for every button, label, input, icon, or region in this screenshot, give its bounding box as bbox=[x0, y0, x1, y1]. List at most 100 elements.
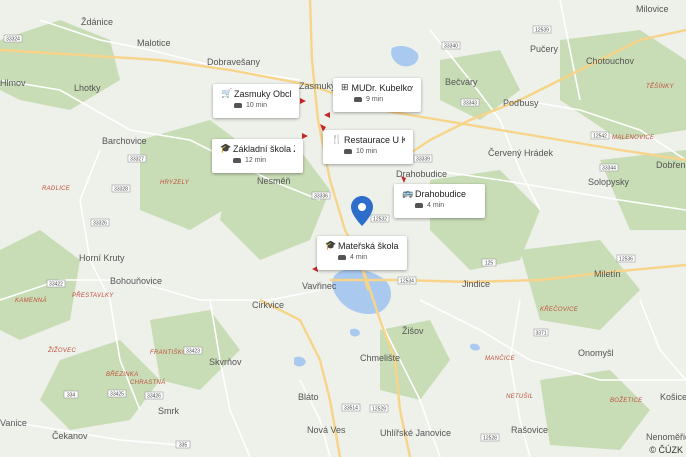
road-number: 33336 bbox=[311, 191, 331, 199]
poi-travel-time: 10 min bbox=[356, 148, 378, 155]
town-label: Lhotky bbox=[74, 83, 101, 93]
road-number: 12529 bbox=[369, 404, 389, 413]
road-number: 33425 bbox=[107, 389, 127, 398]
road-number: 33344 bbox=[599, 163, 619, 171]
poi-card-restaurant[interactable]: 🍴Restaurace U Kozy 10 min bbox=[323, 130, 413, 164]
town-label: Solopysky bbox=[588, 177, 630, 187]
town-label: Nenoměřice bbox=[646, 432, 686, 442]
school-icon: 🎓 bbox=[325, 240, 337, 250]
svg-text:125: 125 bbox=[485, 260, 494, 266]
location-pin-icon[interactable] bbox=[351, 196, 373, 231]
town-label: Miletín bbox=[594, 269, 621, 279]
svg-text:12534: 12534 bbox=[400, 278, 414, 284]
road-number: 12536 bbox=[616, 254, 636, 263]
town-label: Košice bbox=[660, 392, 686, 402]
svg-text:12542: 12542 bbox=[593, 133, 607, 139]
road-number: 33422 bbox=[46, 279, 66, 288]
town-label: Pučery bbox=[530, 44, 559, 54]
locality-label: BOŽETICE bbox=[610, 396, 643, 404]
town-label: Vanice bbox=[0, 418, 27, 428]
svg-text:33340: 33340 bbox=[444, 43, 458, 49]
locality-label: KŘEČOVICE bbox=[540, 305, 579, 313]
car-icon bbox=[233, 158, 241, 163]
svg-text:12528: 12528 bbox=[483, 435, 497, 441]
town-label: Onomyšl bbox=[578, 348, 614, 358]
town-label: Chotouchov bbox=[586, 56, 635, 66]
town-label: Rašovice bbox=[511, 425, 548, 435]
road-number: 33423 bbox=[183, 346, 203, 355]
car-icon bbox=[415, 203, 423, 208]
locality-label: ŽIŽOVEC bbox=[47, 346, 76, 354]
town-label: Horní Kruty bbox=[79, 253, 125, 263]
svg-text:33423: 33423 bbox=[186, 348, 200, 354]
road-number: 3371 bbox=[533, 328, 549, 337]
town-label: Malotice bbox=[137, 38, 171, 48]
road-number: 33514 bbox=[341, 403, 361, 412]
road-number: 12534 bbox=[397, 276, 417, 285]
town-label: Poďbusy bbox=[503, 98, 539, 108]
road-number: 12542 bbox=[590, 131, 610, 139]
road-number: 33343 bbox=[460, 98, 480, 106]
svg-text:3371: 3371 bbox=[535, 330, 546, 336]
road-number: 33340 bbox=[441, 41, 461, 50]
town-label: Uhlířské Janovice bbox=[380, 428, 451, 438]
svg-text:335: 335 bbox=[179, 442, 188, 448]
svg-text:33426: 33426 bbox=[147, 393, 161, 399]
town-label: Bečváry bbox=[445, 77, 478, 87]
car-icon bbox=[354, 97, 362, 102]
locality-label: TĚŠÍNKY bbox=[646, 82, 674, 90]
map-canvas[interactable]: Ždánice Malotice Dobravešany Zasmuky Lho… bbox=[0, 0, 686, 457]
poi-title: Drahobudice bbox=[415, 188, 467, 199]
road-number: 12528 bbox=[480, 433, 500, 442]
road-number: 33426 bbox=[144, 391, 164, 400]
locality-label: HRYZELY bbox=[160, 180, 190, 186]
road-number: 12532 bbox=[370, 214, 390, 222]
town-label: Chmelište bbox=[360, 353, 400, 363]
poi-card-shop[interactable]: 🛒Zasmuky Obchod... 10 min bbox=[213, 84, 299, 118]
svg-text:33327: 33327 bbox=[130, 156, 144, 162]
svg-text:33336: 33336 bbox=[314, 193, 328, 199]
town-label: Čekanov bbox=[52, 431, 88, 441]
road-number: 33327 bbox=[127, 154, 147, 162]
poi-travel-time: 4 min bbox=[350, 254, 368, 261]
poi-travel-time: 10 min bbox=[246, 102, 268, 109]
svg-text:33343: 33343 bbox=[463, 100, 477, 106]
town-label: Smrk bbox=[158, 406, 179, 416]
town-label: Bláto bbox=[298, 392, 319, 402]
town-label: Nesměň bbox=[257, 176, 291, 186]
town-label: Bohouňovice bbox=[110, 276, 162, 286]
hospital-icon: ⊞ bbox=[341, 82, 349, 92]
road-number: 12539 bbox=[532, 25, 552, 34]
town-label: Žišov bbox=[402, 326, 424, 336]
bus-icon: 🚌 bbox=[402, 188, 414, 198]
svg-text:33324: 33324 bbox=[6, 36, 20, 42]
town-label: Zasmuky bbox=[299, 81, 336, 91]
svg-text:33425: 33425 bbox=[110, 391, 124, 397]
road-number: 125 bbox=[481, 258, 497, 267]
car-icon bbox=[344, 149, 352, 154]
road-number: 33324 bbox=[3, 34, 23, 43]
restaurant-icon: 🍴 bbox=[331, 134, 343, 144]
svg-text:33344: 33344 bbox=[602, 165, 616, 171]
locality-label: PŘESTAVLKY bbox=[72, 291, 114, 299]
poi-card-elementary-school[interactable]: 🎓Základní škola Zá... 12 min bbox=[212, 139, 303, 173]
poi-card-doctor[interactable]: ⊞MUDr. Kubelková ... 9 min bbox=[333, 78, 421, 112]
poi-title: Zasmuky Obchod... bbox=[234, 88, 291, 99]
town-label: Ždánice bbox=[81, 17, 113, 27]
svg-text:33339: 33339 bbox=[416, 156, 430, 162]
locality-label: KAMENNÁ bbox=[15, 297, 47, 304]
town-label: Hlmov bbox=[0, 78, 26, 88]
car-icon bbox=[338, 255, 346, 260]
locality-label: MANČICE bbox=[485, 355, 515, 362]
locality-label: CHRASTNÁ bbox=[130, 379, 165, 386]
poi-card-kindergarten[interactable]: 🎓Mateřská škola V... 4 min bbox=[317, 236, 407, 270]
poi-title: Restaurace U Kozy bbox=[344, 134, 405, 145]
poi-card-bus-stop[interactable]: 🚌 Drahobudice 4 min bbox=[394, 184, 485, 218]
road-number: 33326 bbox=[90, 218, 110, 226]
poi-title: MUDr. Kubelková ... bbox=[351, 82, 413, 93]
car-icon bbox=[234, 103, 242, 108]
svg-text:33328: 33328 bbox=[114, 186, 128, 192]
town-label: Skvrňov bbox=[209, 357, 242, 367]
town-label: Vavřinec bbox=[302, 281, 337, 291]
locality-label: NETUŠIL bbox=[506, 393, 533, 400]
